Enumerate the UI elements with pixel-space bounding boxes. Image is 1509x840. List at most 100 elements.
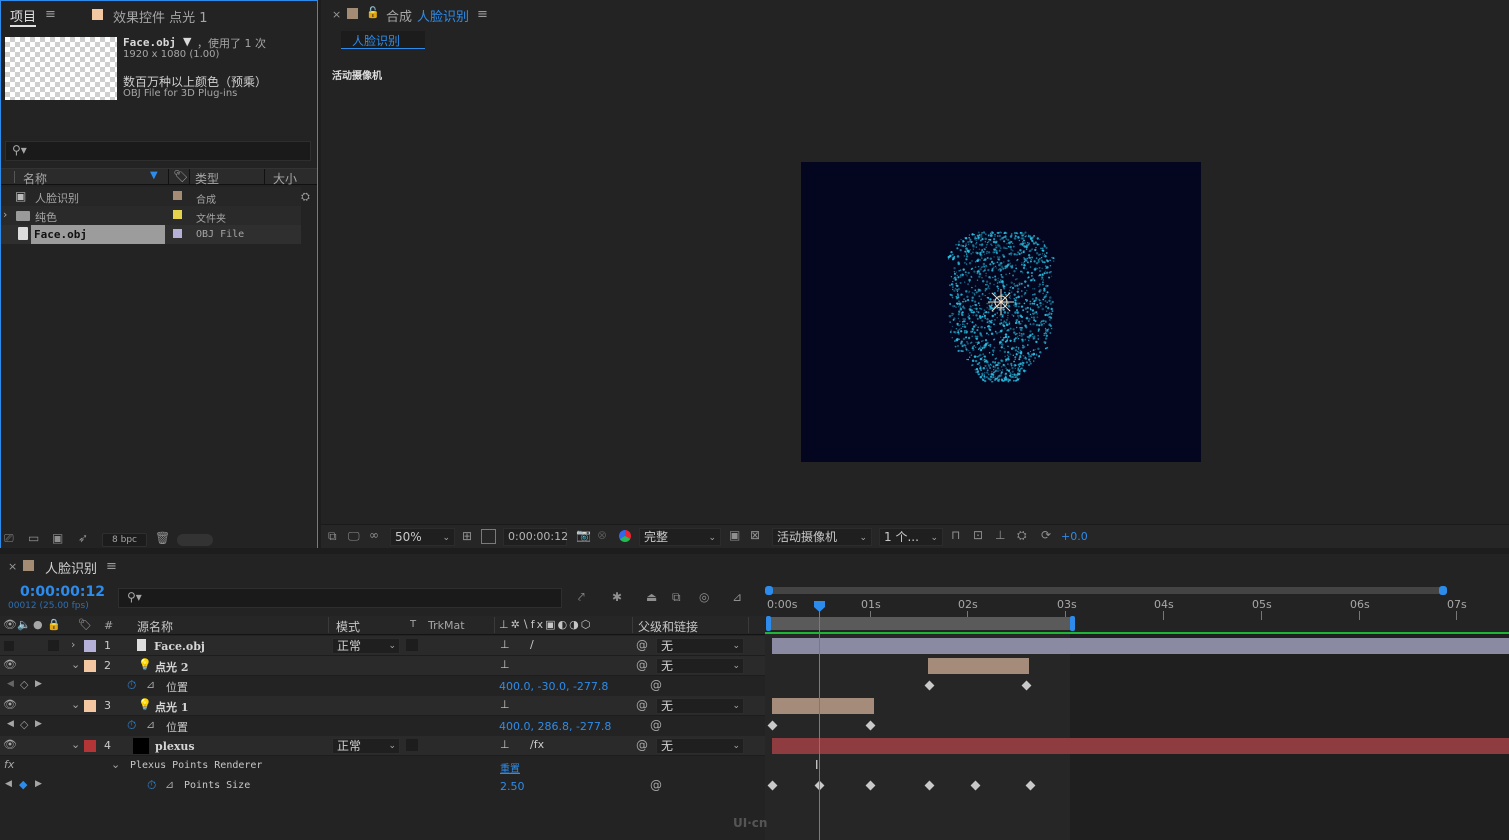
layer-label-color[interactable] — [84, 660, 96, 672]
flowchart-icon[interactable]: ⛭ — [301, 190, 310, 204]
layer-name[interactable]: 点光 2 — [155, 659, 188, 675]
new-folder-icon[interactable]: ▭ — [28, 531, 39, 545]
project-item-row-selected[interactable]: Face.obj OBJ File — [1, 225, 301, 244]
toggle-transparency-icon[interactable]: ⊠ — [750, 528, 760, 542]
pick-whip-icon[interactable]: @ — [650, 678, 662, 692]
layer-row[interactable]: 👁 ⌄ 2 💡 点光 2 ⊥ @ 无 ⌄ — [0, 656, 765, 676]
time-navigator[interactable] — [767, 587, 1443, 594]
shy-switch-icon[interactable]: ⊥ — [500, 738, 510, 751]
graph-icon[interactable]: ⊿ — [146, 718, 155, 731]
transparency-grid-icon[interactable] — [481, 529, 496, 544]
expand-arrow-icon[interactable]: › — [71, 638, 75, 651]
interpret-footage-icon[interactable]: ⎚ — [4, 531, 14, 546]
camera-dropdown[interactable]: 活动摄像机 ⌄ — [772, 528, 872, 546]
layer-name[interactable]: plexus — [155, 740, 195, 753]
eye-icon[interactable]: 👁 — [3, 698, 17, 711]
camera-snapshot-icon[interactable]: 📷 — [576, 528, 591, 542]
collapse-arrow-icon[interactable]: ⌄ — [111, 758, 120, 771]
pick-whip-icon[interactable]: @ — [636, 638, 648, 652]
project-search-input[interactable]: ⚲▾ — [5, 141, 311, 161]
add-keyframe-icon[interactable]: ◇ — [20, 678, 28, 691]
show-snapshot-icon[interactable]: ⊗ — [597, 528, 607, 542]
zoom-dropdown[interactable]: 50% ⌄ — [390, 528, 455, 546]
layer-row[interactable]: 👁 ⌄ 4 plexus 正常 ⌄ ⊥ ∕fx @ 无 ⌄ — [0, 736, 765, 756]
graph-icon[interactable]: ⊿ — [165, 778, 174, 791]
draft-3d-icon[interactable]: ✱ — [612, 590, 622, 604]
new-composition-icon[interactable]: ▣ — [52, 531, 63, 545]
label-column-icon[interactable]: 🏷 — [173, 169, 188, 183]
thumbnail-size-slider[interactable] — [177, 534, 213, 546]
layer-row[interactable]: › 1 Face.obj 正常 ⌄ ⊥ ∕ @ 无 ⌄ — [0, 636, 765, 656]
prev-keyframe-icon[interactable]: ◀ — [5, 779, 12, 789]
quality-switch-icon[interactable]: ∕ — [530, 638, 534, 651]
color-channel-icon[interactable] — [619, 530, 631, 542]
layer-name[interactable]: Face.obj — [154, 640, 205, 653]
stopwatch-icon[interactable]: ⏱ — [147, 778, 156, 793]
graph-editor-icon[interactable]: ⊿ — [732, 590, 742, 604]
pick-whip-icon[interactable]: @ — [650, 718, 662, 732]
shy-switch-icon[interactable]: ⊥ — [500, 638, 510, 651]
timeline-icon[interactable]: ⊥ — [995, 528, 1005, 542]
property-row[interactable]: ◀ ◇ ▶ ⏱ ⊿ 位置 400.0, -30.0, -277.8 @ — [0, 676, 765, 696]
parent-dropdown[interactable]: 无 ⌄ — [656, 638, 744, 654]
pick-whip-icon[interactable]: @ — [636, 698, 648, 712]
tab-effect-controls[interactable]: 效果控件 点光 1 — [113, 7, 208, 26]
layer-label-color[interactable] — [84, 640, 96, 652]
fast-preview-icon[interactable]: ⊡ — [973, 528, 983, 542]
collapse-arrow-icon[interactable]: ⌄ — [71, 658, 80, 671]
property-value[interactable]: 400.0, 286.8, -277.8 — [499, 720, 611, 733]
next-keyframe-icon[interactable]: ▶ — [35, 779, 42, 789]
resolution-dropdown[interactable]: 完整 ⌄ — [639, 528, 721, 546]
property-row[interactable]: ◀ ◇ ▶ ⏱ ⊿ 位置 400.0, 286.8, -277.8 @ — [0, 716, 765, 736]
collapse-arrow-icon[interactable]: ⌄ — [71, 738, 80, 751]
timecode-field[interactable]: 0:00:00:12 — [503, 528, 568, 546]
light-position-icon[interactable] — [988, 289, 1014, 315]
pick-whip-icon[interactable]: @ — [650, 778, 662, 792]
bpc-button[interactable]: 8 bpc — [102, 533, 147, 547]
property-row[interactable]: ◀ ◆ ▶ ⏱ ⊿ Points Size 2.50 @ — [0, 776, 765, 796]
effect-name[interactable]: Plexus Points Renderer — [130, 760, 262, 771]
lock-icon[interactable]: 🔓 — [366, 6, 380, 19]
close-icon[interactable]: × — [8, 560, 17, 573]
expand-arrow-icon[interactable]: › — [3, 208, 7, 221]
parent-dropdown[interactable]: 无 ⌄ — [656, 658, 744, 674]
shy-switch-icon[interactable]: ⊥ — [500, 658, 510, 671]
layer-bar[interactable] — [772, 698, 874, 714]
stopwatch-icon[interactable]: ⏱ — [127, 678, 136, 693]
layer-name[interactable]: 点光 1 — [155, 699, 188, 715]
toggle-pixel-aspect-icon[interactable]: ⊓ — [951, 528, 960, 542]
effect-row[interactable]: fx ⌄ Plexus Points Renderer 重置 — [0, 756, 765, 776]
shy-switch-icon[interactable]: ⊥ — [500, 698, 510, 711]
time-graph[interactable]: 0:00s 01s 02s 03s 04s 05s 06s 07s I UI·c… — [733, 584, 1509, 840]
work-area-start[interactable] — [766, 616, 771, 631]
parent-dropdown[interactable]: 无 ⌄ — [656, 738, 744, 754]
region-of-interest-icon[interactable]: ▣ — [729, 528, 740, 542]
timeline-search-input[interactable]: ⚲▾ — [118, 588, 562, 608]
prev-keyframe-icon[interactable]: ◀ — [7, 719, 14, 729]
column-name[interactable]: 名称 — [23, 170, 47, 187]
composition-viewer[interactable] — [801, 162, 1201, 462]
playhead-line[interactable] — [819, 606, 820, 840]
monitor-icon[interactable]: 🖵 — [348, 529, 360, 544]
current-time-display[interactable]: 0:00:00:12 — [20, 584, 105, 600]
column-type[interactable]: 类型 — [195, 170, 219, 187]
work-area-end[interactable] — [1070, 616, 1075, 631]
keyframe-active-icon[interactable]: ◆ — [19, 778, 27, 791]
navigator-end-handle[interactable] — [1439, 586, 1447, 595]
panel-menu-icon[interactable]: ≡ — [45, 7, 56, 22]
layer-bar[interactable] — [928, 658, 1029, 674]
column-source-name[interactable]: 源名称 — [137, 618, 173, 635]
add-keyframe-icon[interactable]: ◇ — [20, 718, 28, 731]
layer-bar[interactable] — [772, 738, 1509, 754]
prev-keyframe-icon[interactable]: ◀ — [7, 679, 14, 689]
flowchart-icon[interactable]: ⛭ — [1017, 528, 1027, 543]
eye-icon[interactable]: 👁 — [3, 738, 17, 751]
property-value[interactable]: 400.0, -30.0, -277.8 — [499, 680, 608, 693]
collapse-arrow-icon[interactable]: ⌄ — [71, 698, 80, 711]
effects-switch-icon[interactable]: ∕fx — [530, 738, 544, 751]
exposure-value[interactable]: +0.0 — [1061, 530, 1088, 543]
pick-whip-icon[interactable]: @ — [636, 658, 648, 672]
motion-blur-icon[interactable]: ◎ — [699, 590, 709, 604]
composition-mini-flowchart-icon[interactable]: ⤤ — [578, 590, 585, 605]
pick-whip-icon[interactable]: @ — [636, 738, 648, 752]
